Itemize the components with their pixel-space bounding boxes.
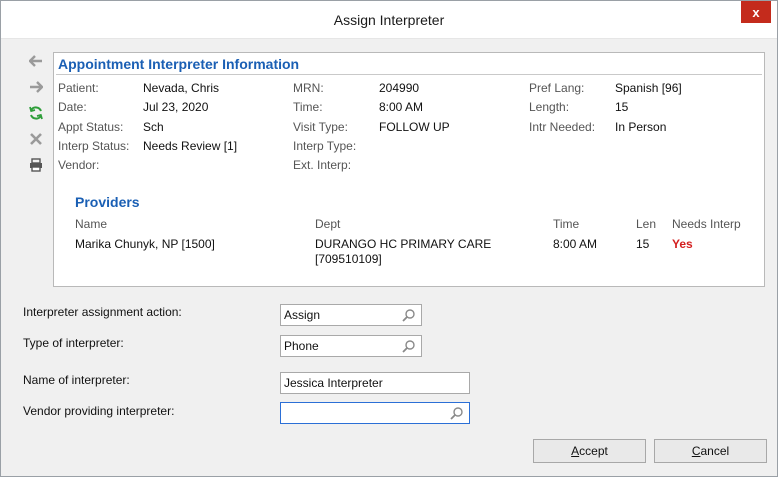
cancel-label: ancel	[700, 444, 730, 458]
interp-status-value: Needs Review [1]	[143, 139, 238, 153]
accept-button[interactable]: Accept	[533, 439, 646, 463]
name-label: Name of interpreter:	[23, 373, 130, 387]
mrn-value: 204990	[379, 81, 420, 95]
cancel-mnemonic: C	[691, 444, 701, 458]
assign-interpreter-window: Assign Interpreter x Appointment Interpr…	[0, 0, 778, 477]
provider-name: Marika Chunyk, NP [1500]	[75, 237, 215, 251]
time-value: 8:00 AM	[379, 100, 424, 114]
type-value: Phone	[284, 339, 319, 353]
interp-status-label: Interp Status:	[58, 139, 130, 153]
name-field[interactable]: Jessica Interpreter	[280, 372, 470, 394]
interp-type-label: Interp Type:	[293, 139, 357, 153]
back-arrow-icon[interactable]	[25, 51, 47, 71]
search-icon[interactable]	[450, 406, 464, 423]
pref-lang-value: Spanish [96]	[615, 81, 682, 95]
mrn-label: MRN:	[293, 81, 324, 95]
vendor-field[interactable]	[280, 402, 470, 424]
patient-value: Nevada, Chris	[143, 81, 220, 95]
intr-needed-value: In Person	[615, 120, 667, 134]
forward-arrow-icon[interactable]	[25, 77, 47, 97]
providers-title: Providers	[75, 194, 140, 210]
provider-dept: DURANGO HC PRIMARY CARE	[315, 237, 492, 251]
visit-type-value: FOLLOW UP	[379, 120, 450, 134]
accept-mnemonic: A	[571, 444, 580, 458]
providers-header-time: Time	[553, 217, 580, 231]
type-label: Type of interpreter:	[23, 336, 124, 350]
providers-header-name: Name	[75, 217, 108, 231]
providers-header-len: Len	[636, 217, 657, 231]
refresh-icon[interactable]	[25, 103, 47, 123]
action-label: Interpreter assignment action:	[23, 305, 182, 319]
search-icon[interactable]	[402, 339, 416, 356]
pref-lang-label: Pref Lang:	[529, 81, 585, 95]
search-icon[interactable]	[402, 308, 416, 325]
appt-status-label: Appt Status:	[58, 120, 124, 134]
provider-dept-code: [709510109]	[315, 252, 382, 266]
appointment-info-panel: Appointment Interpreter Information Pati…	[53, 52, 765, 287]
type-field[interactable]: Phone	[280, 335, 422, 357]
close-button[interactable]: x	[741, 1, 771, 23]
action-value: Assign	[284, 308, 321, 322]
date-label: Date:	[58, 100, 87, 114]
section-title: Appointment Interpreter Information	[58, 56, 300, 72]
provider-len: 15	[636, 237, 650, 251]
title-bar: Assign Interpreter x	[1, 1, 777, 39]
vendor-input[interactable]	[284, 403, 466, 423]
provider-needs-interp: Yes	[672, 237, 693, 251]
appt-status-value: Sch	[143, 120, 164, 134]
ext-interp-label: Ext. Interp:	[293, 158, 352, 172]
providers-header-needs: Needs Interp	[672, 217, 741, 231]
window-title: Assign Interpreter	[333, 12, 445, 28]
cancel-button[interactable]: Cancel	[654, 439, 767, 463]
section-divider	[56, 74, 762, 75]
date-value: Jul 23, 2020	[143, 100, 209, 114]
dialog-content: Appointment Interpreter Information Pati…	[13, 41, 767, 466]
vendor-label: Vendor:	[58, 158, 100, 172]
visit-type-label: Visit Type:	[293, 120, 348, 134]
intr-needed-label: Intr Needed:	[529, 120, 596, 134]
side-toolbar	[25, 51, 47, 175]
length-value: 15	[615, 100, 629, 114]
time-label: Time:	[293, 100, 323, 114]
accept-label: ccept	[579, 444, 608, 458]
delete-icon[interactable]	[25, 129, 47, 149]
length-label: Length:	[529, 100, 570, 114]
name-value: Jessica Interpreter	[284, 376, 383, 390]
provider-time: 8:00 AM	[553, 237, 598, 251]
action-field[interactable]: Assign	[280, 304, 422, 326]
vendor-provider-label: Vendor providing interpreter:	[23, 404, 175, 418]
print-icon[interactable]	[25, 155, 47, 175]
providers-header-dept: Dept	[315, 217, 341, 231]
patient-label: Patient:	[58, 81, 99, 95]
